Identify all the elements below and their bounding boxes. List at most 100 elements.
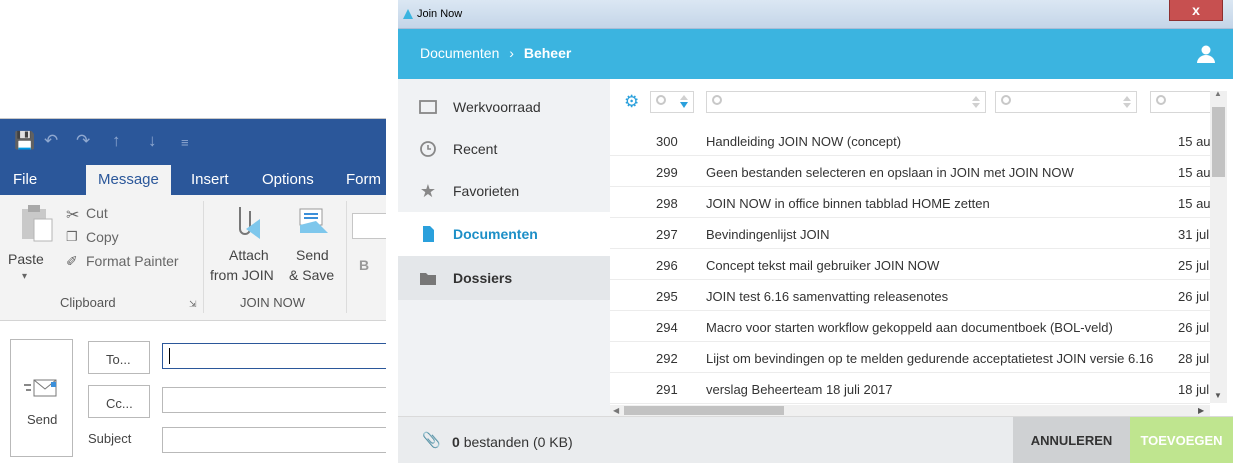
column-filter-input[interactable] [995, 91, 1137, 113]
bold-button[interactable]: B [359, 257, 369, 273]
copy-button[interactable]: Copy [86, 229, 119, 245]
window-title: Join Now [417, 8, 463, 20]
table-row[interactable]: 298 JOIN NOW in office binnen tabblad HO… [610, 187, 1210, 218]
horizontal-scrollbar[interactable]: ◀ ▶ [610, 405, 1210, 416]
row-number: 292 [656, 351, 678, 366]
cancel-button[interactable]: ANNULEREN [1013, 417, 1130, 463]
scroll-right-icon[interactable]: ▶ [1198, 405, 1204, 416]
vertical-scrollbar[interactable]: ▲ ▼ [1210, 89, 1227, 403]
send-envelope-icon [24, 379, 57, 397]
tab-format[interactable]: Form [346, 165, 381, 195]
date-filter-input[interactable] [1150, 91, 1210, 113]
tray-icon [419, 100, 437, 114]
arrow-down-icon[interactable]: ↓ [148, 131, 157, 151]
row-date: 18 jul [1178, 382, 1210, 397]
search-icon [1156, 95, 1166, 105]
cc-button[interactable]: Cc... [88, 385, 150, 418]
sidebar-item-favorieten[interactable]: ★ Favorieten [398, 169, 610, 213]
attachment-icon: 📎 [422, 432, 441, 449]
save-icon[interactable]: 💾 [14, 131, 35, 151]
sidebar-item-recent[interactable]: Recent [398, 127, 610, 171]
row-title: Bevindingenlijst JOIN [706, 227, 830, 242]
user-icon[interactable] [1197, 45, 1215, 63]
send-save-icon[interactable] [296, 203, 332, 239]
table-row[interactable]: 295 JOIN test 6.16 samenvatting releasen… [610, 280, 1210, 311]
scroll-down-icon[interactable]: ▼ [1214, 391, 1222, 400]
dialog-launcher-icon[interactable]: ⇲ [189, 299, 197, 310]
row-date: 28 jul [1178, 351, 1210, 366]
paste-icon[interactable] [18, 203, 54, 243]
row-date: 15 aug [1178, 134, 1210, 149]
tab-insert[interactable]: Insert [191, 165, 229, 195]
arrow-up-icon[interactable]: ↑ [112, 131, 121, 151]
to-button[interactable]: To... [88, 341, 150, 374]
row-date: 15 aug [1178, 165, 1210, 180]
table-row[interactable]: 294 Macro voor starten workflow gekoppel… [610, 311, 1210, 342]
send-button[interactable]: Send [10, 339, 73, 457]
sidebar-item-label: Documenten [453, 226, 538, 242]
attach-from-join-line1[interactable]: Attach [229, 247, 269, 263]
window-close-button[interactable]: x [1169, 0, 1223, 21]
star-icon: ★ [419, 181, 437, 201]
vertical-scrollbar-thumb[interactable] [1212, 107, 1225, 177]
font-name-box[interactable] [352, 213, 386, 239]
row-date: 26 jul [1178, 289, 1210, 304]
sort-asc-icon[interactable] [972, 96, 980, 101]
paste-button[interactable]: Paste [8, 251, 44, 267]
number-filter-input[interactable] [650, 91, 694, 113]
subject-input[interactable] [162, 427, 386, 453]
format-painter-button[interactable]: Format Painter [86, 253, 179, 269]
row-title: JOIN test 6.16 samenvatting releasenotes [706, 289, 949, 304]
tab-message[interactable]: Message [86, 165, 171, 195]
selected-files-label: bestanden (0 KB) [463, 434, 573, 450]
row-number: 300 [656, 134, 678, 149]
ribbon-separator [203, 201, 204, 313]
search-icon [1001, 95, 1011, 105]
sidebar-item-werkvoorraad[interactable]: Werkvoorraad [398, 85, 610, 129]
undo-icon[interactable]: ↶ [44, 131, 58, 151]
document-icon [423, 226, 434, 242]
gear-icon[interactable]: ⚙ [624, 93, 639, 111]
scroll-left-icon[interactable]: ◀ [613, 405, 619, 416]
sort-desc-icon[interactable] [1123, 103, 1131, 108]
breadcrumb-root[interactable]: Documenten [420, 45, 499, 61]
join-sidebar: Werkvoorraad Recent ★ Favorieten Documen… [398, 79, 610, 416]
add-button[interactable]: TOEVOEGEN [1130, 417, 1233, 463]
send-and-save-line2[interactable]: & Save [289, 267, 334, 283]
sort-desc-icon[interactable] [972, 103, 980, 108]
row-date: 31 jul [1178, 227, 1210, 242]
folder-icon [420, 273, 436, 285]
cut-button[interactable]: Cut [86, 205, 108, 221]
paperclip-icon[interactable] [230, 203, 266, 239]
table-row[interactable]: 297 Bevindingenlijst JOIN 31 jul [610, 218, 1210, 249]
sort-desc-icon[interactable] [680, 102, 688, 108]
sidebar-item-dossiers[interactable]: Dossiers [398, 256, 610, 300]
sort-asc-icon[interactable] [1123, 96, 1131, 101]
sidebar-item-label: Favorieten [453, 183, 520, 199]
table-row[interactable]: 300 Handleiding JOIN NOW (concept) 15 au… [610, 125, 1210, 156]
to-input[interactable] [162, 343, 386, 369]
table-row[interactable]: 296 Concept tekst mail gebruiker JOIN NO… [610, 249, 1210, 280]
scroll-up-icon[interactable]: ▲ [1214, 89, 1222, 98]
attach-from-join-line2[interactable]: from JOIN [210, 267, 274, 283]
horizontal-scrollbar-thumb[interactable] [624, 406, 784, 415]
breadcrumb: Documenten › Beheer [420, 45, 571, 61]
cc-input[interactable] [162, 387, 386, 413]
title-filter-input[interactable] [706, 91, 986, 113]
tab-file[interactable]: File [13, 165, 37, 195]
selected-files-count: 0 [452, 434, 460, 450]
customize-qat-icon[interactable]: ≡ [181, 133, 189, 153]
table-row[interactable]: 299 Geen bestanden selecteren en opslaan… [610, 156, 1210, 187]
row-number: 298 [656, 196, 678, 211]
table-row[interactable]: 291 verslag Beheerteam 18 juli 2017 18 j… [610, 373, 1210, 404]
paste-dropdown-icon[interactable]: ▾ [22, 271, 27, 282]
tab-options[interactable]: Options [262, 165, 314, 195]
table-row[interactable]: 292 Lijst om bevindingen op te melden ge… [610, 342, 1210, 373]
sort-asc-icon[interactable] [680, 95, 688, 100]
selected-files-summary: 0 bestanden (0 KB) [452, 434, 573, 450]
sidebar-item-documenten[interactable]: Documenten [398, 212, 610, 256]
redo-icon[interactable]: ↷ [76, 131, 90, 151]
send-and-save-line1[interactable]: Send [296, 247, 329, 263]
row-title: Geen bestanden selecteren en opslaan in … [706, 165, 1074, 180]
row-number: 296 [656, 258, 678, 273]
